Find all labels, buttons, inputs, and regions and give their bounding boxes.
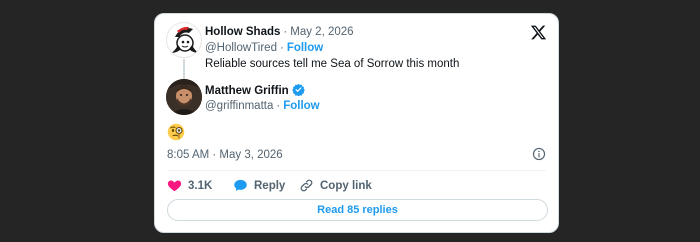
author-handle-row: @griffinmatta · Follow bbox=[205, 99, 320, 113]
quoted-handle-row: @HollowTired · Follow bbox=[205, 41, 323, 55]
follow-author-button[interactable]: Follow bbox=[283, 100, 319, 112]
copy-link-label: Copy link bbox=[320, 179, 372, 192]
follow-quoted-button[interactable]: Follow bbox=[287, 42, 323, 54]
divider bbox=[167, 170, 546, 171]
reply-button[interactable]: Reply bbox=[233, 178, 285, 193]
reply-label: Reply bbox=[254, 179, 286, 192]
quoted-author-name[interactable]: Hollow Shads bbox=[205, 26, 280, 38]
separator-dot: · bbox=[276, 100, 281, 112]
quoted-handle[interactable]: @HollowTired bbox=[205, 42, 277, 54]
avatar[interactable] bbox=[166, 79, 202, 115]
author-handle[interactable]: @griffinmatta bbox=[205, 100, 273, 112]
post-timestamp[interactable]: 8:05 AM · May 3, 2026 bbox=[167, 149, 283, 161]
quoted-date[interactable]: May 2, 2026 bbox=[290, 26, 353, 38]
reply-bubble-icon bbox=[234, 179, 247, 192]
read-replies-button[interactable]: Read 85 replies bbox=[167, 199, 548, 221]
author-name-row: Matthew Griffin bbox=[205, 83, 305, 98]
verified-badge-icon bbox=[291, 83, 305, 96]
separator-dot: · bbox=[283, 26, 288, 38]
embedded-post-card: Hollow Shads · May 2, 2026 @HollowTired · Fo… bbox=[154, 13, 559, 233]
x-logo-icon[interactable] bbox=[530, 24, 547, 41]
quoted-header: Hollow Shads · May 2, 2026 bbox=[205, 25, 354, 39]
author-name[interactable]: Matthew Griffin bbox=[205, 85, 289, 97]
info-icon[interactable] bbox=[532, 147, 546, 161]
link-icon bbox=[300, 179, 313, 192]
copy-link-button[interactable]: Copy link bbox=[299, 178, 372, 193]
thinking-monocle-emoji-icon bbox=[167, 123, 185, 141]
avatar[interactable] bbox=[166, 22, 202, 58]
heart-icon bbox=[167, 180, 182, 192]
like-count: 3.1K bbox=[188, 179, 213, 192]
quoted-text: Reliable sources tell me Sea of Sorrow t… bbox=[205, 58, 460, 70]
like-button[interactable]: 3.1K bbox=[167, 178, 212, 193]
separator-dot: · bbox=[279, 42, 284, 54]
